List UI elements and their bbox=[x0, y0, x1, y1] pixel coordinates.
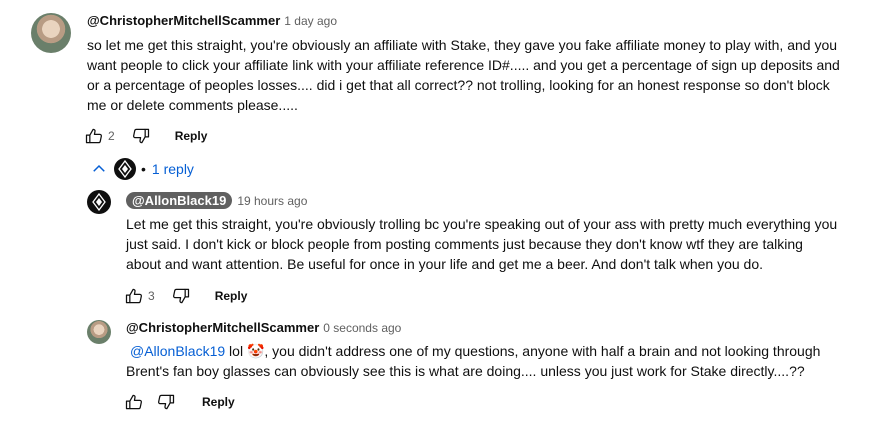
reply-button[interactable]: Reply bbox=[202, 395, 235, 409]
like-button[interactable] bbox=[82, 124, 106, 148]
avatar bbox=[114, 158, 136, 180]
dislike-button[interactable] bbox=[169, 284, 193, 308]
replies-count[interactable]: 1 reply bbox=[152, 161, 194, 177]
comment-author[interactable]: @ChristopherMitchellScammer bbox=[87, 13, 280, 28]
like-button[interactable] bbox=[122, 390, 146, 414]
reply-time[interactable]: 0 seconds ago bbox=[323, 321, 401, 335]
reply-author[interactable]: @AllonBlack19 bbox=[126, 192, 233, 209]
comment-text: so let me get this straight, you're obvi… bbox=[87, 37, 840, 113]
reply-time[interactable]: 19 hours ago bbox=[237, 194, 307, 208]
mention-link[interactable]: @AllonBlack19 bbox=[130, 343, 225, 359]
like-count: 3 bbox=[148, 289, 155, 303]
reply-button[interactable]: Reply bbox=[215, 289, 248, 303]
avatar[interactable] bbox=[31, 13, 71, 53]
thumbs-up-icon bbox=[85, 128, 102, 144]
thumbs-down-icon bbox=[132, 128, 149, 144]
thumbs-down-icon bbox=[172, 288, 189, 304]
reply-author[interactable]: @ChristopherMitchellScammer bbox=[126, 320, 319, 335]
bullet: • bbox=[141, 161, 146, 177]
replies-toggle[interactable]: • 1 reply bbox=[90, 157, 194, 181]
chevron-up-icon bbox=[93, 164, 105, 172]
reply-button[interactable]: Reply bbox=[175, 129, 208, 143]
avatar[interactable] bbox=[87, 190, 111, 214]
comment-time[interactable]: 1 day ago bbox=[284, 14, 337, 28]
diamond-logo-icon bbox=[92, 193, 106, 211]
diamond-logo-icon bbox=[118, 160, 132, 178]
like-button[interactable] bbox=[122, 284, 146, 308]
thumbs-up-icon bbox=[125, 394, 142, 410]
avatar[interactable] bbox=[87, 320, 111, 344]
dislike-button[interactable] bbox=[154, 390, 178, 414]
thumbs-up-icon bbox=[125, 288, 142, 304]
like-count: 2 bbox=[108, 129, 115, 143]
reply-text: @AllonBlack19 lol 🤡, you didn't address … bbox=[126, 343, 821, 379]
reply-text: Let me get this straight, you're obvious… bbox=[126, 216, 838, 272]
dislike-button[interactable] bbox=[129, 124, 153, 148]
thumbs-down-icon bbox=[158, 394, 175, 410]
